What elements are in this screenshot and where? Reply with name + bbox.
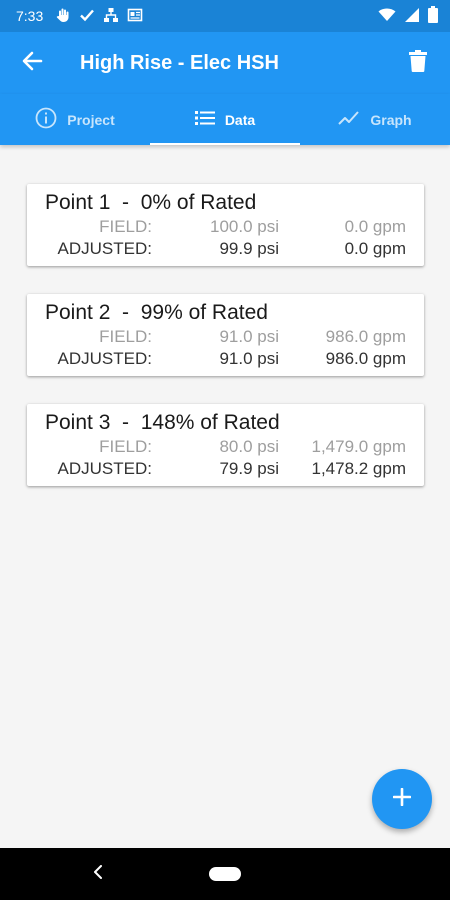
delete-button[interactable] bbox=[400, 45, 436, 81]
line-chart-icon bbox=[338, 110, 360, 129]
field-label: FIELD: bbox=[99, 327, 152, 346]
tab-label-project: Project bbox=[67, 111, 115, 128]
field-label: FIELD: bbox=[99, 437, 152, 456]
info-icon bbox=[35, 107, 57, 132]
list-icon bbox=[194, 110, 215, 129]
adjusted-psi: 91.0 psi bbox=[219, 349, 279, 368]
point-title: Point 2 - 99% of Rated bbox=[45, 301, 268, 324]
adjusted-label: ADJUSTED: bbox=[57, 349, 152, 368]
back-button[interactable] bbox=[14, 45, 50, 81]
tab-project[interactable]: Project bbox=[0, 94, 150, 145]
signal-icon bbox=[404, 7, 420, 26]
chevron-left-icon bbox=[93, 864, 103, 884]
status-icons-right bbox=[378, 6, 438, 26]
field-psi: 80.0 psi bbox=[219, 437, 279, 456]
tab-label-data: Data bbox=[224, 111, 256, 128]
status-time: 7:33 bbox=[16, 8, 44, 24]
tab-bar: Project Data Graph bbox=[0, 94, 450, 145]
adjusted-row: ADJUSTED: 91.0 psi 986.0 gpm bbox=[45, 348, 406, 370]
field-label: FIELD: bbox=[99, 217, 152, 236]
point-card[interactable]: Point 2 - 99% of Rated FIELD: 91.0 psi 9… bbox=[27, 294, 424, 376]
newsfeed-icon bbox=[127, 7, 143, 26]
check-icon bbox=[79, 7, 95, 26]
field-gpm: 0.0 gpm bbox=[344, 217, 406, 236]
nav-home-button[interactable] bbox=[209, 867, 241, 881]
plus-icon bbox=[392, 787, 412, 811]
trash-icon bbox=[409, 49, 427, 77]
battery-icon bbox=[428, 6, 438, 26]
adjusted-row: ADJUSTED: 79.9 psi 1,478.2 gpm bbox=[45, 458, 406, 480]
adjusted-gpm: 1,478.2 gpm bbox=[311, 459, 406, 478]
field-row: FIELD: 80.0 psi 1,479.0 gpm bbox=[45, 436, 406, 458]
adjusted-gpm: 986.0 gpm bbox=[325, 349, 406, 368]
app-bar: High Rise - Elec HSH bbox=[0, 32, 450, 94]
hand-icon bbox=[55, 7, 71, 26]
adjusted-label: ADJUSTED: bbox=[57, 239, 152, 258]
nav-back-button[interactable] bbox=[88, 864, 108, 884]
system-nav-bar bbox=[0, 848, 450, 900]
field-gpm: 986.0 gpm bbox=[325, 327, 406, 346]
tab-label-graph: Graph bbox=[370, 111, 412, 128]
adjusted-label: ADJUSTED: bbox=[57, 459, 152, 478]
point-card[interactable]: Point 3 - 148% of Rated FIELD: 80.0 psi … bbox=[27, 404, 424, 486]
field-psi: 91.0 psi bbox=[219, 327, 279, 346]
point-card[interactable]: Point 1 - 0% of Rated FIELD: 100.0 psi 0… bbox=[27, 184, 424, 266]
tab-graph[interactable]: Graph bbox=[300, 94, 450, 145]
field-psi: 100.0 psi bbox=[210, 217, 279, 236]
point-title: Point 1 - 0% of Rated bbox=[45, 191, 257, 214]
adjusted-row: ADJUSTED: 99.9 psi 0.0 gpm bbox=[45, 238, 406, 260]
point-title: Point 3 - 148% of Rated bbox=[45, 411, 280, 434]
tab-data[interactable]: Data bbox=[150, 94, 300, 145]
network-icon bbox=[103, 7, 119, 26]
page-title: High Rise - Elec HSH bbox=[80, 51, 279, 74]
adjusted-gpm: 0.0 gpm bbox=[344, 239, 406, 258]
status-bar: 7:33 bbox=[0, 0, 450, 32]
field-row: FIELD: 100.0 psi 0.0 gpm bbox=[45, 216, 406, 238]
field-row: FIELD: 91.0 psi 986.0 gpm bbox=[45, 326, 406, 348]
arrow-left-icon bbox=[21, 50, 43, 77]
adjusted-psi: 99.9 psi bbox=[219, 239, 279, 258]
status-icons-left bbox=[55, 7, 143, 26]
wifi-icon bbox=[378, 7, 396, 26]
adjusted-psi: 79.9 psi bbox=[219, 459, 279, 478]
add-point-button[interactable] bbox=[372, 769, 432, 829]
field-gpm: 1,479.0 gpm bbox=[311, 437, 406, 456]
